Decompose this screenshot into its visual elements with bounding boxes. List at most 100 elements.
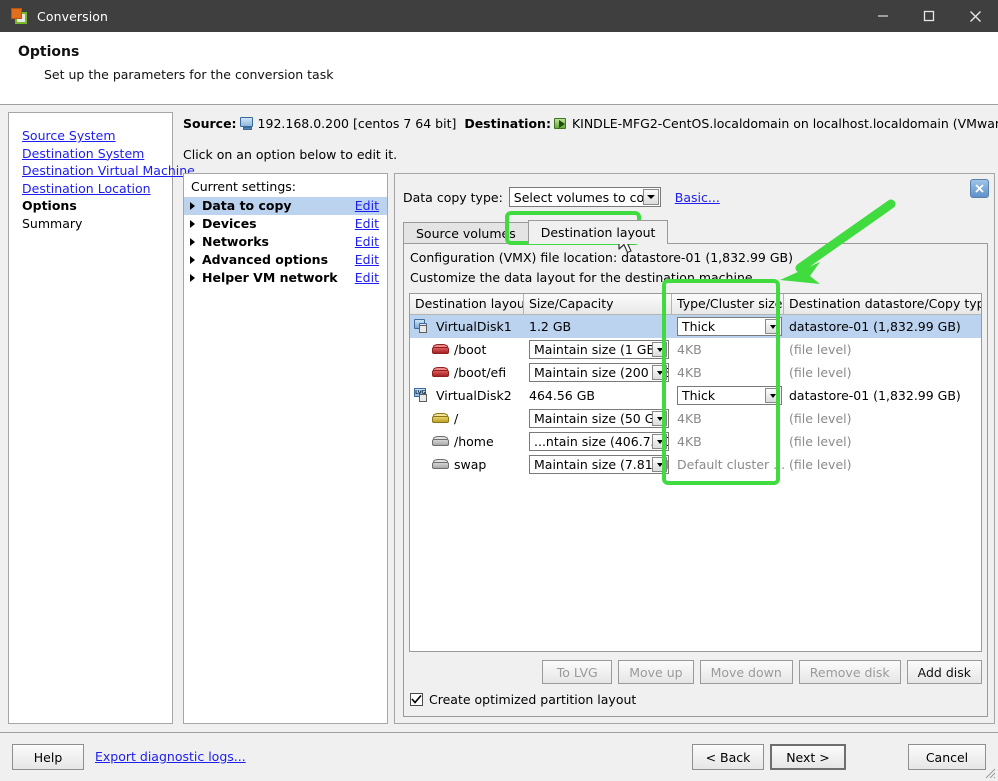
close-button[interactable] [952,0,998,32]
sidebar-item-source-system[interactable]: Source System [22,127,195,145]
back-button[interactable]: < Back [692,744,764,770]
to-lvg-button[interactable]: To LVG [542,660,613,684]
disk-type-select[interactable]: Thick [677,386,782,405]
basic-link[interactable]: Basic... [675,190,720,205]
destination-layout-tabpanel: Configuration (VMX) file location: datas… [403,243,988,717]
chevron-down-icon[interactable] [652,342,667,357]
settings-row-helper-vm-network[interactable]: Helper VM network Edit [184,269,387,287]
table-row[interactable]: VirtualDisk1 1.2 GB Thick datastore-01 (… [410,315,981,338]
settings-row-networks[interactable]: Networks Edit [184,233,387,251]
volume-size-select[interactable]: Maintain size (50 GB) [529,409,669,428]
disk-type-select[interactable]: Thick [677,317,782,336]
help-button[interactable]: Help [12,744,84,770]
page-title: Options [18,44,80,60]
move-up-button[interactable]: Move up [618,660,694,684]
add-disk-button[interactable]: Add disk [906,660,982,684]
column-header-type-cluster-size[interactable]: Type/Cluster size [672,294,784,314]
settings-row-label: Data to copy [202,198,292,213]
row-name-wrap: / [414,411,458,426]
vmx-file-location-text: Configuration (VMX) file location: datas… [410,250,793,265]
chevron-down-icon[interactable] [642,189,659,205]
table-row[interactable]: /boot Maintain size (1 GB) 4KB (file lev… [410,338,981,361]
edit-link-helper-vm-network[interactable]: Edit [355,269,379,287]
create-optimized-partition-layout-row: Create optimized partition layout [410,692,636,707]
chevron-down-icon[interactable] [652,457,667,472]
window-title: Conversion [37,8,109,24]
row-name: VirtualDisk2 [436,388,512,403]
settings-row-devices[interactable]: Devices Edit [184,215,387,233]
row-name-wrap: /home [414,434,494,449]
sidebar-item-destination-virtual-machine[interactable]: Destination Virtual Machine [22,162,195,180]
edit-link-advanced-options[interactable]: Edit [355,251,379,269]
maximize-button[interactable] [906,0,952,32]
settings-row-label: Networks [202,234,269,249]
row-size-cell: 1.2 GB [524,315,672,338]
column-header-size-capacity[interactable]: Size/Capacity [524,294,672,314]
row-destination-value: datastore-01 (1,832.99 GB) [789,319,961,334]
sidebar-item-destination-system[interactable]: Destination System [22,145,195,163]
chevron-down-icon[interactable] [652,365,667,380]
chevron-down-icon[interactable] [765,388,780,403]
row-name-cell: /boot [410,338,524,361]
current-settings-title: Current settings: [191,179,296,194]
volume-size-select[interactable]: Maintain size (200 MB) [529,363,669,382]
edit-link-networks[interactable]: Edit [355,233,379,251]
export-diagnostic-logs-link[interactable]: Export diagnostic logs... [95,749,246,764]
chevron-down-icon[interactable] [765,319,780,334]
tab-destination-layout[interactable]: Destination layout [527,220,669,244]
expand-triangle-icon[interactable] [190,220,195,228]
volume-size-value: Maintain size (7.81 GB) [534,457,668,472]
volume-size-select[interactable]: Maintain size (7.81 GB) [529,455,669,474]
table-row[interactable]: LVG VirtualDisk2 464.56 GB Thick datasto… [410,384,981,407]
volume-size-value: Maintain size (50 GB) [534,411,668,426]
table-row[interactable]: /boot/efi Maintain size (200 MB) 4KB (fi… [410,361,981,384]
wizard-body: Source System Destination System Destina… [0,105,998,732]
expand-triangle-icon[interactable] [190,256,195,264]
close-icon[interactable] [970,179,989,198]
expand-triangle-icon[interactable] [190,202,195,210]
row-destination-cell: (file level) [784,361,981,384]
settings-row-advanced-options[interactable]: Advanced options Edit [184,251,387,269]
sidebar-item-summary[interactable]: Summary [22,215,195,233]
column-header-destination-layout[interactable]: Destination layout [410,294,524,314]
tab-source-volumes[interactable]: Source volumes [403,222,529,244]
row-destination-cell: datastore-01 (1,832.99 GB) [784,384,981,407]
minimize-button[interactable] [860,0,906,32]
row-destination-cell: (file level) [784,407,981,430]
row-name-wrap: /boot/efi [414,365,506,380]
settings-row-data-to-copy[interactable]: Data to copy Edit [184,197,387,215]
wizard-footer: Help Export diagnostic logs... < Back Ne… [0,733,998,781]
data-copy-type-select[interactable]: Select volumes to copy [508,187,661,207]
row-name: /boot/efi [454,365,507,380]
table-row[interactable]: / Maintain size (50 GB) 4KB (file level) [410,407,981,430]
wizard-step-list: Source System Destination System Destina… [22,127,195,232]
table-row[interactable]: /home ...ntain size (406.75 GB) 4KB [410,430,981,453]
volume-size-select[interactable]: Maintain size (1 GB) [529,340,669,359]
sidebar-item-options[interactable]: Options [22,197,195,215]
create-optimized-partition-layout-checkbox[interactable] [410,693,423,706]
expand-triangle-icon[interactable] [190,238,195,246]
remove-disk-button[interactable]: Remove disk [798,660,901,684]
chevron-down-icon[interactable] [652,434,667,449]
row-type-cell: Thick [672,315,784,338]
row-type-cell: Thick [672,384,784,407]
edit-link-data-to-copy[interactable]: Edit [355,197,379,215]
edit-link-devices[interactable]: Edit [355,215,379,233]
row-name-cell: LVG VirtualDisk2 [410,384,524,407]
conversion-logo-icon [11,7,28,25]
row-name-cell: swap [410,453,524,476]
column-header-destination-datastore[interactable]: Destination datastore/Copy type [784,294,981,314]
page-subtitle: Set up the parameters for the conversion… [44,67,334,82]
sidebar-item-destination-location[interactable]: Destination Location [22,180,195,198]
volume-icon-gray [432,436,450,447]
monitor-icon [239,117,255,131]
chevron-down-icon[interactable] [652,411,667,426]
row-destination-cell: (file level) [784,338,981,361]
table-row[interactable]: swap Maintain size (7.81 GB) Default clu… [410,453,981,476]
expand-triangle-icon[interactable] [190,274,195,282]
next-button[interactable]: Next > [770,744,846,770]
resize-grip-icon[interactable] [984,767,996,779]
move-down-button[interactable]: Move down [699,660,793,684]
cancel-button[interactable]: Cancel [908,744,986,770]
volume-size-select[interactable]: ...ntain size (406.75 GB) [529,432,669,451]
